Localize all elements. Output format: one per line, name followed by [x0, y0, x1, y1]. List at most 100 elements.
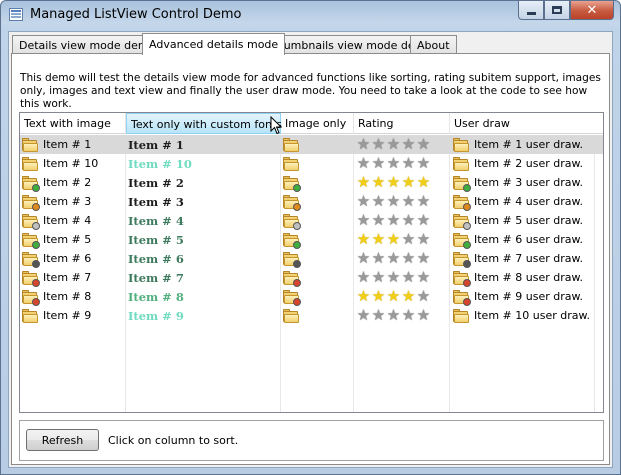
rating-stars[interactable]: ★ ★ ★ ★ ★ [356, 175, 431, 190]
star-empty-icon[interactable]: ★ [401, 156, 416, 171]
star-empty-icon[interactable]: ★ [356, 156, 371, 171]
cell-label: Item # 7 [43, 271, 92, 284]
cell-rating[interactable]: ★ ★ ★ ★ ★ [354, 192, 450, 211]
table-row[interactable]: Item # 7 Item # 7 ★ ★ ★ ★ ★ Item # 8 user draw. [20, 268, 603, 287]
cell-rating[interactable]: ★ ★ ★ ★ ★ [354, 287, 450, 306]
star-empty-icon[interactable]: ★ [416, 156, 431, 171]
star-empty-icon[interactable]: ★ [371, 251, 386, 266]
star-filled-icon[interactable]: ★ [356, 232, 371, 247]
table-row[interactable]: Item # 10 Item # 10 ★ ★ ★ ★ ★ Item # 2 user dra… [20, 154, 603, 173]
cell-rating[interactable]: ★ ★ ★ ★ ★ [354, 306, 450, 325]
star-filled-icon[interactable]: ★ [401, 289, 416, 304]
star-empty-icon[interactable]: ★ [416, 251, 431, 266]
star-empty-icon[interactable]: ★ [386, 213, 401, 228]
star-empty-icon[interactable]: ★ [401, 308, 416, 323]
star-empty-icon[interactable]: ★ [356, 137, 371, 152]
star-empty-icon[interactable]: ★ [386, 137, 401, 152]
star-empty-icon[interactable]: ★ [386, 156, 401, 171]
cell-rating[interactable]: ★ ★ ★ ★ ★ [354, 211, 450, 230]
column-header-text-with-image[interactable]: Text with image [20, 113, 126, 134]
tab-about[interactable]: About [410, 35, 457, 54]
star-empty-icon[interactable]: ★ [371, 137, 386, 152]
star-empty-icon[interactable]: ★ [401, 270, 416, 285]
star-filled-icon[interactable]: ★ [386, 175, 401, 190]
star-empty-icon[interactable]: ★ [386, 251, 401, 266]
star-filled-icon[interactable]: ★ [386, 232, 401, 247]
star-empty-icon[interactable]: ★ [356, 213, 371, 228]
star-empty-icon[interactable]: ★ [401, 213, 416, 228]
star-empty-icon[interactable]: ★ [401, 194, 416, 209]
star-empty-icon[interactable]: ★ [356, 251, 371, 266]
rating-stars[interactable]: ★ ★ ★ ★ ★ [356, 213, 431, 228]
close-button[interactable]: ✕ [570, 1, 614, 20]
cell-rating[interactable]: ★ ★ ★ ★ ★ [354, 268, 450, 287]
cell-rating[interactable]: ★ ★ ★ ★ ★ [354, 249, 450, 268]
star-empty-icon[interactable]: ★ [386, 194, 401, 209]
rating-stars[interactable]: ★ ★ ★ ★ ★ [356, 232, 431, 247]
star-filled-icon[interactable]: ★ [356, 175, 371, 190]
list-view[interactable]: Text with image Text only with custom fo… [19, 112, 604, 413]
table-row[interactable]: Item # 5 Item # 5 ★ ★ ★ ★ ★ Item # 6 user draw. [20, 230, 603, 249]
star-empty-icon[interactable]: ★ [386, 308, 401, 323]
star-empty-icon[interactable]: ★ [416, 232, 431, 247]
star-empty-icon[interactable]: ★ [416, 213, 431, 228]
minimize-button[interactable] [518, 1, 544, 20]
star-empty-icon[interactable]: ★ [416, 270, 431, 285]
star-empty-icon[interactable]: ★ [416, 137, 431, 152]
rating-stars[interactable]: ★ ★ ★ ★ ★ [356, 289, 431, 304]
star-empty-icon[interactable]: ★ [401, 251, 416, 266]
star-empty-icon[interactable]: ★ [401, 232, 416, 247]
star-empty-icon[interactable]: ★ [371, 270, 386, 285]
folder-icon [282, 270, 301, 287]
table-row[interactable]: Item # 6 Item # 6 ★ ★ ★ ★ ★ Item # 7 user draw. [20, 249, 603, 268]
table-row[interactable]: Item # 3 Item # 3 ★ ★ ★ ★ ★ Item # 4 user draw. [20, 192, 603, 211]
star-empty-icon[interactable]: ★ [371, 308, 386, 323]
star-filled-icon[interactable]: ★ [371, 175, 386, 190]
column-header-image-only[interactable]: Image only [281, 113, 354, 134]
star-empty-icon[interactable]: ★ [356, 194, 371, 209]
star-empty-icon[interactable]: ★ [356, 308, 371, 323]
rating-stars[interactable]: ★ ★ ★ ★ ★ [356, 156, 431, 171]
star-empty-icon[interactable]: ★ [386, 270, 401, 285]
table-row[interactable]: Item # 9 Item # 9 ★ ★ ★ ★ ★ Item # 10 user draw… [20, 306, 603, 325]
star-empty-icon[interactable]: ★ [416, 308, 431, 323]
folder-icon [282, 175, 301, 192]
tab-details-view[interactable]: Details view mode demo [12, 35, 163, 54]
star-filled-icon[interactable]: ★ [371, 289, 386, 304]
tab-page-advanced: This demo will test the details view mod… [11, 53, 610, 465]
star-filled-icon[interactable]: ★ [401, 175, 416, 190]
star-empty-icon[interactable]: ★ [371, 213, 386, 228]
rating-stars[interactable]: ★ ★ ★ ★ ★ [356, 251, 431, 266]
star-filled-icon[interactable]: ★ [416, 175, 431, 190]
star-empty-icon[interactable]: ★ [371, 156, 386, 171]
cell-rating[interactable]: ★ ★ ★ ★ ★ [354, 173, 450, 192]
star-filled-icon[interactable]: ★ [371, 232, 386, 247]
cell-rating[interactable]: ★ ★ ★ ★ ★ [354, 135, 450, 154]
refresh-button[interactable]: Refresh [26, 429, 99, 451]
rating-stars[interactable]: ★ ★ ★ ★ ★ [356, 194, 431, 209]
star-filled-icon[interactable]: ★ [386, 289, 401, 304]
cell-rating[interactable]: ★ ★ ★ ★ ★ [354, 154, 450, 173]
rating-stars[interactable]: ★ ★ ★ ★ ★ [356, 137, 431, 152]
star-empty-icon[interactable]: ★ [356, 270, 371, 285]
column-header-rating[interactable]: Rating [354, 113, 450, 134]
star-empty-icon[interactable]: ★ [401, 137, 416, 152]
star-empty-icon[interactable]: ★ [416, 289, 431, 304]
table-row[interactable]: Item # 1 Item # 1 ★ ★ ★ ★ ★ Item # 1 user draw. [20, 135, 603, 154]
folder-icon [282, 251, 301, 268]
star-empty-icon[interactable]: ★ [371, 194, 386, 209]
title-bar[interactable]: Managed ListView Control Demo ✕ [1, 1, 620, 31]
tab-advanced-details[interactable]: Advanced details mode [142, 33, 286, 55]
rating-stars[interactable]: ★ ★ ★ ★ ★ [356, 308, 431, 323]
table-row[interactable]: Item # 8 Item # 8 ★ ★ ★ ★ ★ Item # 9 user draw. [20, 287, 603, 306]
rating-stars[interactable]: ★ ★ ★ ★ ★ [356, 270, 431, 285]
column-header-custom-fonts[interactable]: Text only with custom fonts [126, 113, 282, 134]
column-header-user-draw[interactable]: User draw [450, 113, 603, 134]
star-filled-icon[interactable]: ★ [356, 289, 371, 304]
maximize-button[interactable] [544, 1, 570, 20]
cell-rating[interactable]: ★ ★ ★ ★ ★ [354, 230, 450, 249]
table-row[interactable]: Item # 2 Item # 2 ★ ★ ★ ★ ★ Item # 3 user draw. [20, 173, 603, 192]
table-row[interactable]: Item # 4 Item # 4 ★ ★ ★ ★ ★ Item # 5 user draw. [20, 211, 603, 230]
folder-icon [452, 137, 469, 152]
star-empty-icon[interactable]: ★ [416, 194, 431, 209]
